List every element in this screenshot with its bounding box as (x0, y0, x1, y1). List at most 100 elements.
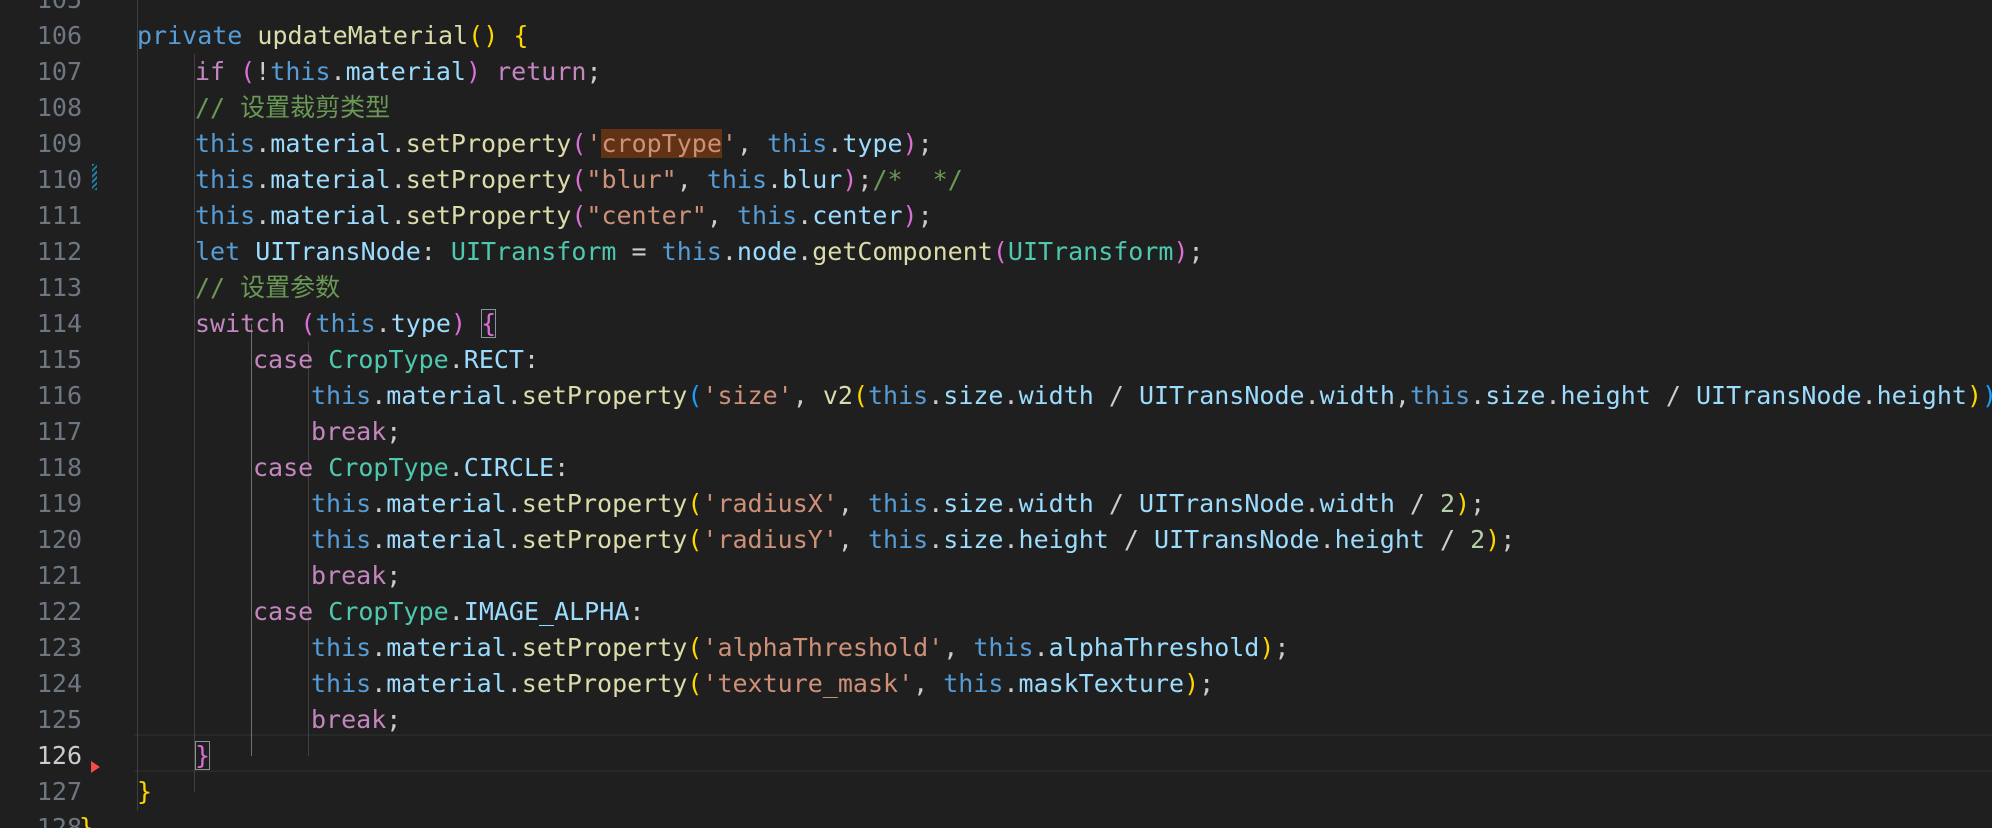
code-token: ; (1188, 237, 1204, 266)
code-line[interactable]: 112 let UITransNode: UITransform = this.n… (0, 234, 1992, 270)
code-line[interactable]: 118 case CropType.CIRCLE: (0, 450, 1992, 486)
code-text[interactable]: this.material.setProperty('radiusY', thi… (311, 522, 1515, 558)
code-token: . (1003, 489, 1019, 518)
code-text[interactable]: break; (311, 414, 401, 450)
line-number[interactable]: 118 (0, 450, 82, 486)
code-text[interactable]: case CropType.IMAGE_ALPHA: (253, 594, 644, 630)
line-number[interactable]: 120 (0, 522, 82, 558)
code-token: CropType (328, 345, 449, 374)
code-line[interactable]: 110 this.material.setProperty("blur", thi… (0, 162, 1992, 198)
code-line[interactable]: 116 this.material.setProperty('size', v2(… (0, 378, 1992, 414)
code-line[interactable]: 109 this.material.setProperty('cropType',… (0, 126, 1992, 162)
code-token: material (386, 669, 507, 698)
code-text[interactable]: this.material.setProperty('size', v2(thi… (311, 378, 1992, 414)
code-text[interactable]: this.material.setProperty("center", this… (195, 198, 933, 234)
code-line[interactable]: 126} (0, 738, 1992, 774)
code-line[interactable]: 119 this.material.setProperty('radiusX', … (0, 486, 1992, 522)
code-line[interactable]: 120 this.material.setProperty('radiusY', … (0, 522, 1992, 558)
code-token: , (792, 381, 823, 410)
code-text[interactable]: } (137, 774, 152, 810)
line-number[interactable]: 109 (0, 126, 82, 162)
matched-bracket: } (195, 741, 211, 770)
code-token: . (928, 489, 944, 518)
line-number[interactable]: 128 (0, 810, 82, 828)
code-text[interactable]: // 设置参数 (195, 270, 340, 306)
code-token: ( (992, 237, 1008, 266)
code-line[interactable]: 115 case CropType.RECT: (0, 342, 1992, 378)
code-token: UITransform (450, 237, 617, 266)
code-line[interactable]: 128} (0, 810, 1992, 828)
code-text[interactable]: let UITransNode: UITransform = this.node… (195, 234, 1204, 270)
code-token: this (868, 381, 929, 410)
line-number[interactable]: 113 (0, 270, 82, 306)
line-number[interactable]: 114 (0, 306, 82, 342)
code-line[interactable]: 107 if (!this.material) return; (0, 54, 1992, 90)
code-text[interactable]: } (195, 738, 211, 774)
code-line[interactable]: 106 private updateMaterial() { (0, 18, 1992, 54)
code-text[interactable]: private updateMaterial() { (137, 18, 528, 54)
code-token: height (1018, 525, 1109, 554)
code-text[interactable]: break; (311, 558, 401, 594)
code-token: / (1093, 381, 1139, 410)
line-number[interactable]: 112 (0, 234, 82, 270)
code-line[interactable]: 114 switch (this.type) { (0, 306, 1992, 342)
code-text[interactable]: this.material.setProperty('radiusX', thi… (311, 486, 1485, 522)
code-text[interactable]: this.material.setProperty("blur", this.b… (195, 162, 963, 198)
line-number[interactable]: 110 (0, 162, 82, 198)
line-number[interactable]: 111 (0, 198, 82, 234)
code-token: width (1018, 381, 1094, 410)
code-text[interactable]: // 设置裁剪类型 (195, 90, 390, 126)
line-number[interactable]: 124 (0, 666, 82, 702)
line-number[interactable]: 106 (0, 18, 82, 54)
code-token: size (943, 525, 1004, 554)
code-line[interactable]: 105 (0, 0, 1992, 18)
code-line[interactable]: 122 case CropType.IMAGE_ALPHA: (0, 594, 1992, 630)
line-number[interactable]: 123 (0, 630, 82, 666)
line-number[interactable]: 117 (0, 414, 82, 450)
code-token: . (255, 165, 271, 194)
code-token: ( (687, 381, 703, 410)
line-number[interactable]: 126 (0, 738, 82, 774)
code-text[interactable]: case CropType.RECT: (253, 342, 539, 378)
code-token: this (270, 57, 331, 86)
code-token: , (943, 633, 974, 662)
code-token: this (943, 669, 1004, 698)
line-number[interactable]: 105 (0, 0, 82, 18)
code-line[interactable]: 108 // 设置裁剪类型 (0, 90, 1992, 126)
code-line[interactable]: 113 // 设置参数 (0, 270, 1992, 306)
code-line[interactable]: 117 break; (0, 414, 1992, 450)
line-number[interactable]: 116 (0, 378, 82, 414)
code-text[interactable]: if (!this.material) return; (195, 54, 602, 90)
line-number[interactable]: 115 (0, 342, 82, 378)
code-token: ) (1485, 525, 1501, 554)
code-text[interactable]: } (79, 810, 94, 828)
code-line[interactable]: 121 break; (0, 558, 1992, 594)
code-text[interactable]: this.material.setProperty('alphaThreshol… (311, 630, 1289, 666)
line-number[interactable]: 107 (0, 54, 82, 90)
code-token: . (767, 165, 783, 194)
code-text[interactable]: case CropType.CIRCLE: (253, 450, 569, 486)
line-number[interactable]: 119 (0, 486, 82, 522)
line-number[interactable]: 121 (0, 558, 82, 594)
code-token: ; (1470, 489, 1486, 518)
code-text[interactable]: break; (311, 702, 401, 738)
code-line[interactable]: 111 this.material.setProperty("center", t… (0, 198, 1992, 234)
line-number[interactable]: 125 (0, 702, 82, 738)
line-number[interactable]: 108 (0, 90, 82, 126)
line-number[interactable]: 122 (0, 594, 82, 630)
code-token: . (1003, 381, 1019, 410)
code-text[interactable]: switch (this.type) { (195, 306, 497, 342)
line-number[interactable]: 127 (0, 774, 82, 810)
code-line[interactable]: 124 this.material.setProperty('texture_ma… (0, 666, 1992, 702)
code-editor[interactable]: 105106 private updateMaterial() { 107 if (!… (0, 0, 1992, 828)
code-line[interactable]: 125 break; (0, 702, 1992, 738)
code-token: / (1108, 525, 1155, 554)
code-token: ; (917, 201, 933, 230)
code-token: ( (571, 129, 587, 158)
code-line[interactable]: 127} (0, 774, 1992, 810)
code-token: this (311, 669, 372, 698)
code-text[interactable]: this.material.setProperty('cropType', th… (195, 126, 933, 162)
code-line[interactable]: 123 this.material.setProperty('alphaThres… (0, 630, 1992, 666)
code-token: { (513, 21, 529, 50)
code-text[interactable]: this.material.setProperty('texture_mask'… (311, 666, 1214, 702)
